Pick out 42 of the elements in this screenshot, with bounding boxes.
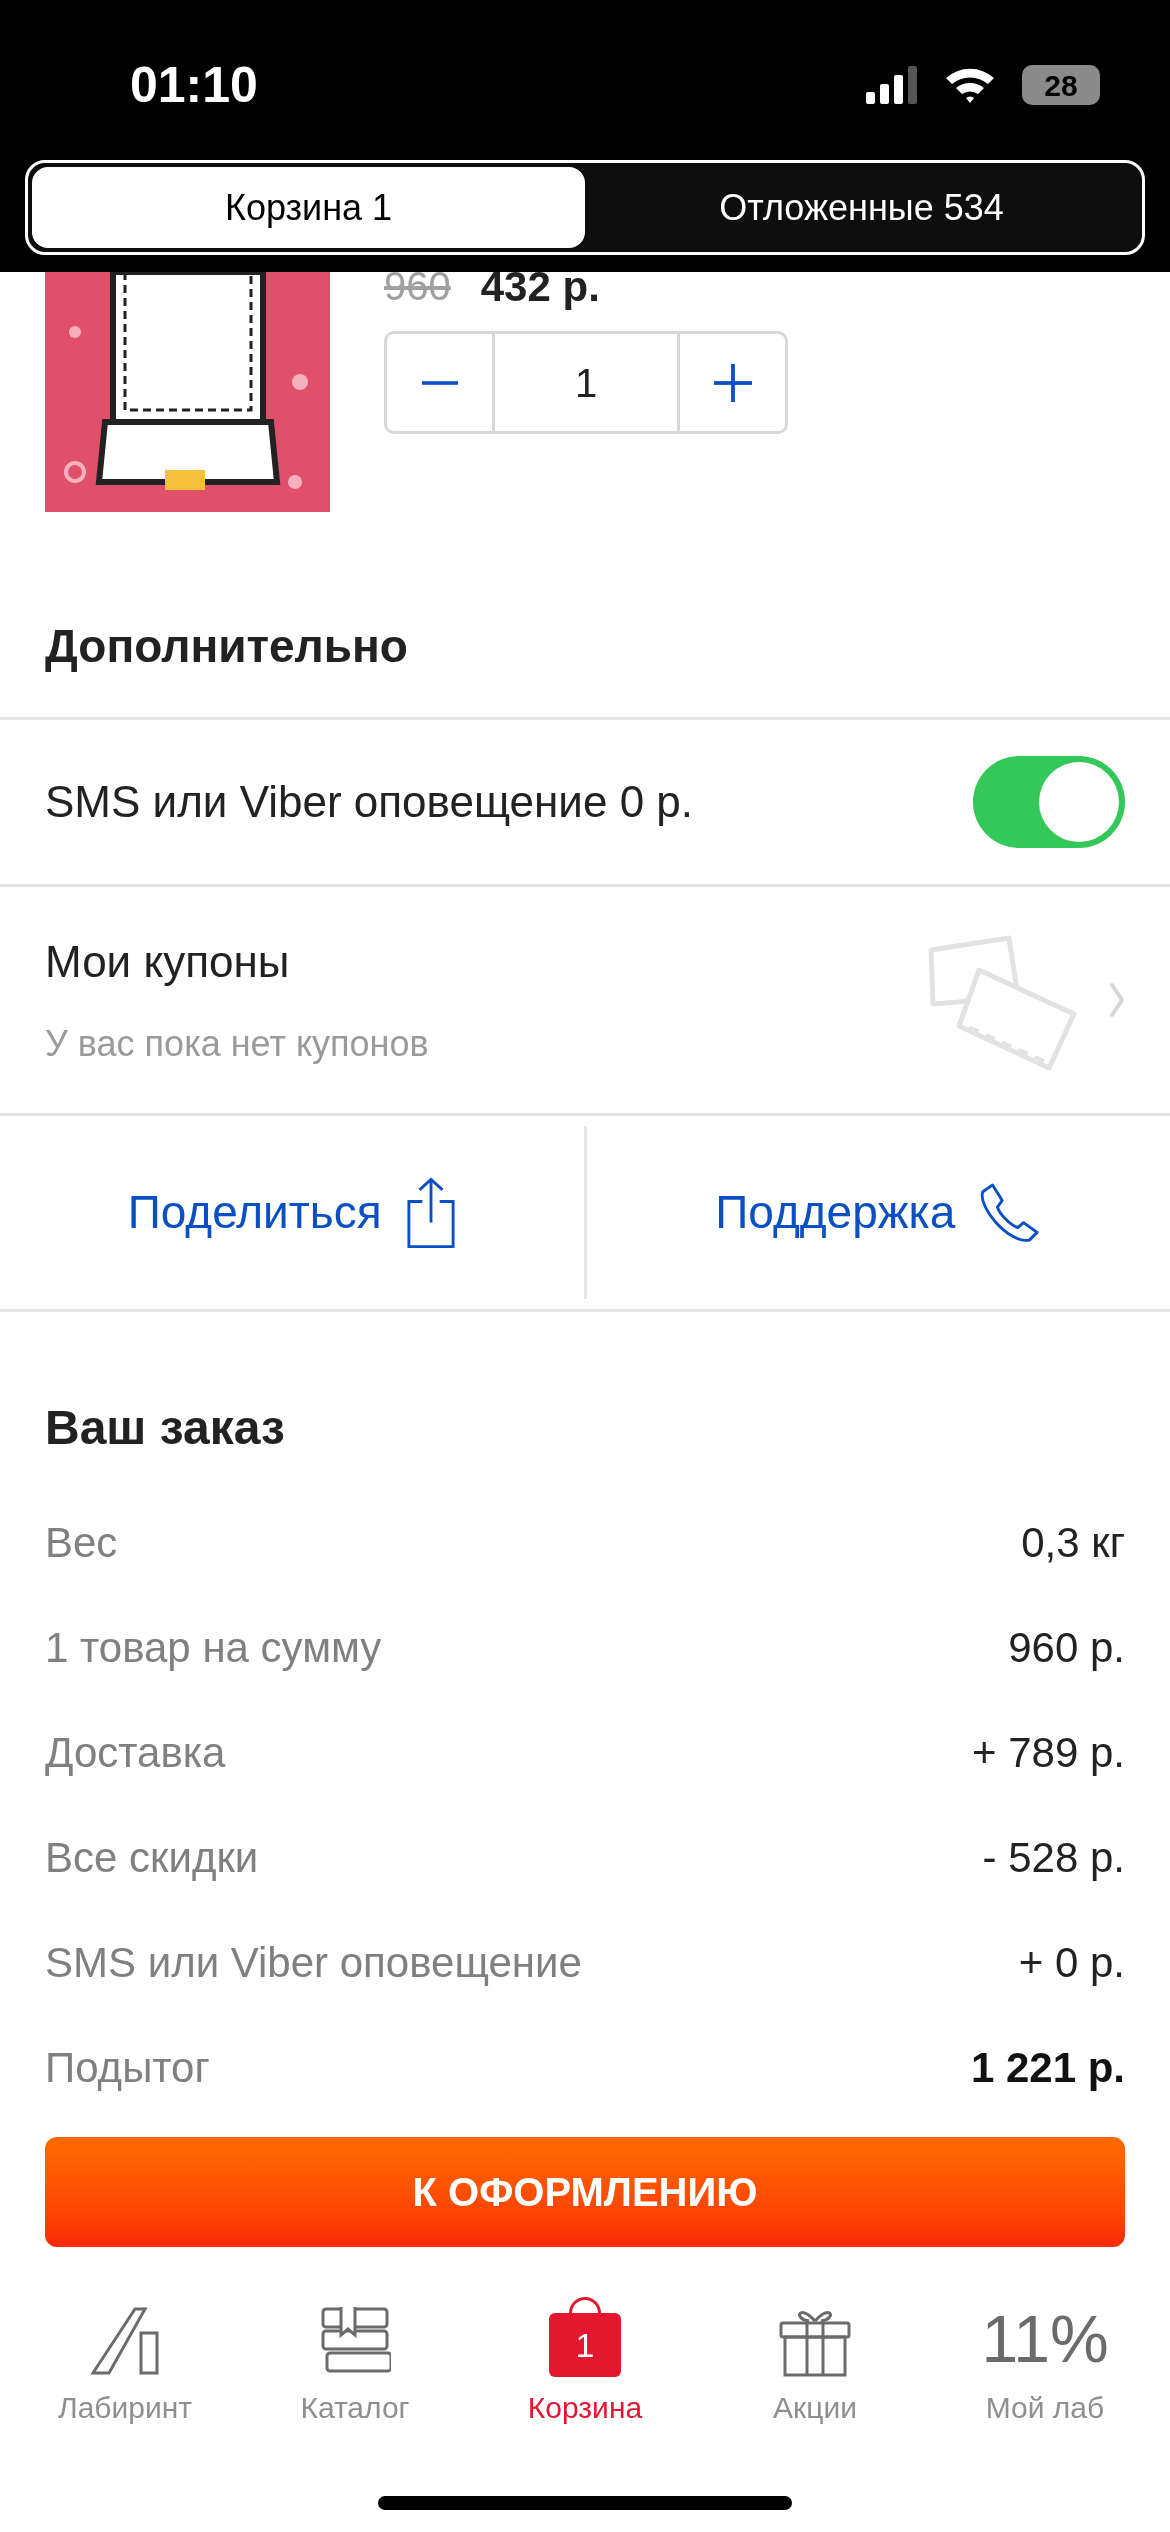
checkout-button[interactable]: К ОФОРМЛЕНИЮ <box>45 2137 1125 2247</box>
order-label: Вес <box>45 1518 118 1568</box>
share-icon <box>405 1175 456 1250</box>
section-title: Дополнительно <box>45 619 408 674</box>
coupons-title: Мои купоны <box>45 936 291 988</box>
logo-icon <box>89 2305 161 2377</box>
order-label: Подытог <box>45 2043 210 2093</box>
tab-bar-item[interactable]: Лабиринт <box>15 2295 235 2430</box>
battery-indicator: 28 <box>1022 65 1100 105</box>
tab-bar-item[interactable]: Акции <box>705 2295 925 2430</box>
old-price: 960 <box>384 263 451 310</box>
tab-bar-item[interactable]: Каталог <box>245 2295 465 2430</box>
minus-icon <box>421 380 458 385</box>
order-value: - 528 р. <box>982 1833 1125 1883</box>
share-button[interactable]: Поделиться <box>0 1126 584 1299</box>
phone-icon <box>979 1181 1042 1244</box>
tab-bar-item[interactable]: 1 Корзина <box>475 2295 695 2430</box>
coupons-row[interactable]: Мои купоны У вас пока нет купонов <box>0 887 1170 1116</box>
segment-tab[interactable]: Корзина 1 <box>32 167 585 248</box>
quantity-value: 1 <box>573 359 599 407</box>
chevron-right-icon <box>1109 982 1125 1018</box>
coupons-subtitle: У вас пока нет купонов <box>45 1022 429 1066</box>
order-label: SMS или Viber оповещение <box>45 1938 582 1988</box>
discount-percent: 11% <box>981 2301 1109 2377</box>
price: 432 р. <box>480 261 600 312</box>
plus-icon <box>713 363 752 402</box>
signal-icon <box>866 66 918 104</box>
sms-label: SMS или Viber оповещение 0 р. <box>45 776 694 828</box>
tab-bar-item[interactable]: 11% Мой лаб <box>935 2295 1155 2430</box>
order-label: 1 товар на сумму <box>45 1623 382 1673</box>
order-value: + 789 р. <box>972 1728 1125 1778</box>
order-label: Доставка <box>45 1728 226 1778</box>
order-value: 960 р. <box>1008 1623 1125 1673</box>
order-label: Все скидки <box>45 1833 259 1883</box>
segment-tab[interactable]: Отложенные 534 <box>585 167 1138 248</box>
support-button[interactable]: Поддержка <box>583 1126 1170 1299</box>
order-title: Ваш заказ <box>45 1400 286 1456</box>
status-time: 01:10 <box>130 55 258 115</box>
order-value: + 0 р. <box>1018 1938 1125 1988</box>
wifi-icon <box>944 66 996 104</box>
order-value: 1 221 р. <box>970 2043 1125 2093</box>
order-value: 0,3 кг <box>1021 1518 1125 1568</box>
